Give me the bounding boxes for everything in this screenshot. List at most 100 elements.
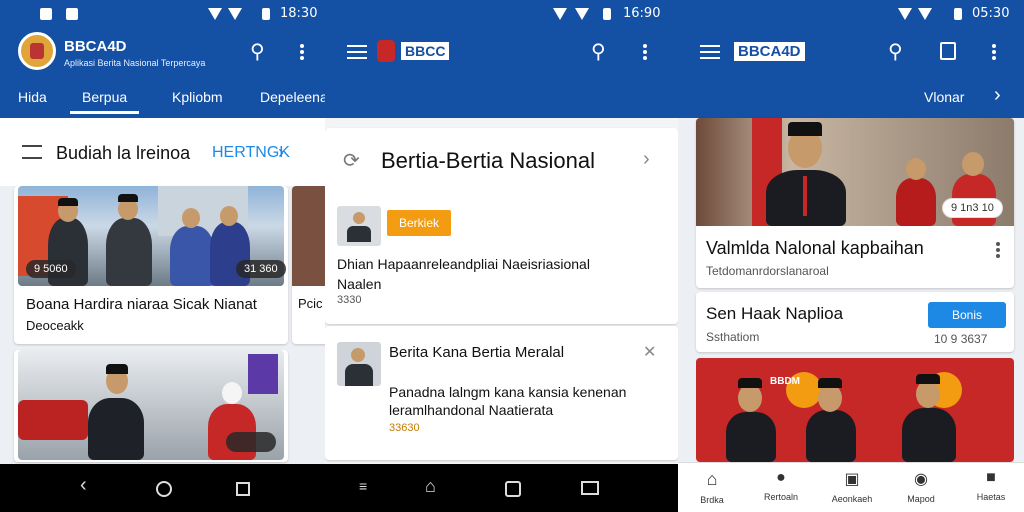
excerpt-meta: 3330: [337, 294, 362, 306]
screen-news-list: 18:30 BBCA4D Aplikasi Berita Nasional Te…: [0, 0, 325, 512]
category-chip[interactable]: Berkiek: [387, 210, 452, 236]
more-options-icon[interactable]: [992, 44, 996, 60]
signal-icon: [575, 8, 589, 20]
peek-label: Pcic: [298, 296, 323, 311]
bottom-nav-item-4[interactable]: ■ Haetas: [966, 469, 1016, 505]
bottom-nav-item-3[interactable]: ◉ Mapod: [898, 469, 944, 507]
bottom-nav-item-2[interactable]: ▣ Aeonkaeh: [824, 469, 880, 507]
action-button[interactable]: Bonis: [928, 302, 1006, 328]
search-icon[interactable]: ⚲: [591, 42, 606, 62]
chevron-right-icon[interactable]: ›: [278, 142, 284, 163]
app-brand: BBCA4D: [734, 42, 805, 61]
home-icon[interactable]: ⌂: [425, 476, 436, 497]
app-brand: BBCC: [401, 42, 450, 60]
section-menu-icon[interactable]: [22, 145, 42, 159]
bottom-nav-item-0[interactable]: ⌂ Brdka: [692, 469, 732, 508]
dialog-title: Bertia-Bertia Nasional: [381, 148, 595, 173]
close-icon[interactable]: ✕: [643, 342, 656, 362]
bottom-nav-item-1[interactable]: ● Rertoaln: [756, 469, 806, 505]
poster-photo[interactable]: BBDM: [696, 358, 1014, 462]
news-card[interactable]: 9 5060 31 360 Boana Hardira niaraa Sicak…: [14, 186, 288, 344]
category-tabs: [325, 80, 678, 118]
chevron-right-icon[interactable]: ›: [643, 148, 650, 171]
system-nav-bar: ‹: [0, 464, 325, 512]
more-options-icon[interactable]: [300, 44, 304, 60]
article-meta: 33630: [389, 422, 420, 434]
bottom-nav-label: Brdka: [700, 495, 724, 505]
menu-icon[interactable]: [347, 45, 367, 59]
news-row-card[interactable]: Sen Haak Naplioa Bonis Ssthatiom 10 9 36…: [696, 292, 1014, 352]
recents-icon[interactable]: [236, 482, 250, 496]
app-bar: BBCA4D ⚲: [678, 28, 1024, 80]
search-icon[interactable]: ⚲: [888, 42, 903, 62]
menu-icon[interactable]: [700, 45, 720, 59]
signal-icon: [918, 8, 932, 20]
article-card[interactable]: Berita Kana Bertia Meralal ✕ Panadna lal…: [325, 326, 678, 460]
section-title: Budiah la lreinoa: [56, 143, 191, 163]
screen-article-dialog: 16:90 BBCC ⚲ ⟳ Bertia-Bertia Nasional › …: [325, 0, 678, 512]
tab-label[interactable]: Vlonar: [924, 89, 964, 105]
signal-icon: [228, 8, 242, 20]
bookmark-icon[interactable]: [940, 42, 956, 60]
tab-1[interactable]: Berpua: [70, 89, 140, 114]
screen-headlines: 05:30 BBCA4D ⚲ Vlonar › 9 1n3 10 Valmlda…: [678, 0, 1024, 512]
notification-icon: [40, 8, 52, 20]
excerpt-line-1: Dhian Hapaanreleandpliai Naeisriasional: [337, 256, 590, 272]
battery-icon: [954, 8, 962, 20]
chevron-right-icon[interactable]: ›: [994, 84, 1001, 107]
hero-card[interactable]: 9 1n3 10 Valmlda Nalonal kapbaihan Tetdo…: [696, 118, 1014, 288]
article-thumbnail: [337, 342, 381, 386]
bottom-nav-label: Rertoaln: [763, 492, 799, 502]
poster-label: BBDM: [770, 376, 800, 387]
home-icon[interactable]: [156, 481, 172, 497]
back-icon[interactable]: [505, 481, 521, 497]
headline-meta: Tetdomanrdorslanaroal: [706, 264, 829, 278]
message-icon: [66, 8, 78, 20]
status-time: 18:30: [280, 6, 318, 21]
bottom-nav-label: Mapod: [907, 494, 935, 504]
headline-title: Valmlda Nalonal kapbaihan: [706, 238, 924, 258]
bottom-nav: ⌂ Brdka ● Rertoaln ▣ Aeonkaeh ◉ Mapod ■ …: [678, 462, 1024, 512]
card-more-icon[interactable]: [996, 242, 1000, 258]
map-icon: ◉: [914, 471, 928, 488]
home-icon: ⌂: [706, 469, 718, 489]
status-time: 16:90: [623, 6, 661, 21]
bottom-nav-label: Aeonkaeh: [831, 494, 873, 504]
profile-icon: ■: [986, 469, 996, 486]
excerpt-line-2: Naalen: [337, 276, 382, 292]
tab-3[interactable]: Depeleenaes: [260, 89, 325, 105]
news-icon: ▣: [844, 471, 860, 488]
system-nav-bar: ≡ ⌂: [325, 464, 678, 512]
card-count-badge: 31 360: [236, 260, 286, 278]
bottom-nav-label: Haetas: [976, 492, 1006, 502]
back-icon[interactable]: ‹: [80, 474, 87, 497]
battery-icon: [262, 8, 270, 20]
status-bar: 18:30: [0, 0, 325, 28]
tab-2[interactable]: Kpliobm: [172, 89, 223, 105]
category-tabs: Vlonar ›: [678, 80, 1024, 118]
refresh-icon[interactable]: ⟳: [343, 148, 360, 173]
dialog-card: ⟳ Bertia-Bertia Nasional › Berkiek Dhian…: [325, 128, 678, 324]
news-card-peek[interactable]: Pcic: [292, 186, 325, 344]
app-bar: BBCC ⚲: [325, 28, 678, 80]
more-options-icon[interactable]: [643, 44, 647, 60]
app-brand: BBCA4D: [64, 38, 127, 55]
card-count-badge: [226, 432, 276, 452]
news-card[interactable]: [14, 350, 288, 462]
status-bar: 16:90: [325, 0, 678, 28]
category-tabs: Hida Berpua Kpliobm Depeleenaes: [0, 80, 325, 118]
card-meta: Deoceakk: [26, 318, 84, 333]
app-tagline: Aplikasi Berita Nasional Terpercaya: [64, 58, 206, 68]
row-count: 10 9 3637: [934, 332, 988, 346]
battery-icon: [603, 8, 611, 20]
tab-0[interactable]: Hida: [18, 89, 47, 105]
recents-icon[interactable]: ≡: [359, 478, 367, 494]
card-title: Boana Hardira niaraa Sicak Nianat: [26, 296, 257, 313]
chat-icon: ●: [776, 469, 786, 486]
app-logo: [377, 40, 395, 62]
search-icon[interactable]: ⚲: [250, 42, 265, 62]
wifi-icon: [553, 8, 567, 20]
thumbnail: [337, 206, 381, 246]
switch-icon[interactable]: [581, 481, 599, 495]
article-title: Berita Kana Bertia Meralal: [389, 344, 565, 361]
